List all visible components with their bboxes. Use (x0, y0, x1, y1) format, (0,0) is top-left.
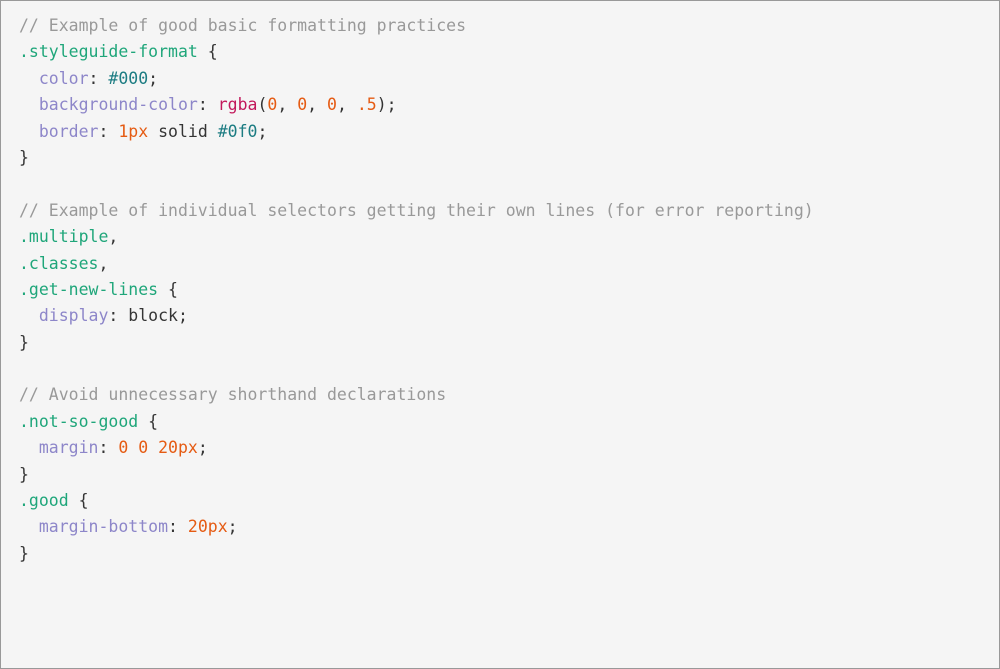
space (128, 438, 138, 457)
space (178, 517, 188, 536)
css-keyword: block (128, 306, 178, 325)
space (148, 122, 158, 141)
css-selector: .styleguide-format (19, 42, 198, 61)
colon: : (98, 438, 108, 457)
indent (19, 438, 39, 457)
css-selector: .not-so-good (19, 412, 138, 431)
indent (19, 517, 39, 536)
semicolon: ; (198, 438, 208, 457)
css-selector: .classes (19, 254, 98, 273)
open-brace: { (69, 491, 89, 510)
code-block: // Example of good basic formatting prac… (0, 0, 1000, 669)
semicolon: ; (387, 95, 397, 114)
open-brace: { (198, 42, 218, 61)
semicolon: ; (228, 517, 238, 536)
css-property: display (39, 306, 109, 325)
css-number: 20px (188, 517, 228, 536)
semicolon: ; (148, 69, 158, 88)
comma: , (108, 227, 118, 246)
css-property: margin-bottom (39, 517, 168, 536)
comma: , (277, 95, 297, 114)
indent (19, 122, 39, 141)
close-brace: } (19, 465, 29, 484)
css-number: 0 (267, 95, 277, 114)
close-paren: ) (377, 95, 387, 114)
open-paren: ( (257, 95, 267, 114)
css-property: margin (39, 438, 99, 457)
css-property: color (39, 69, 89, 88)
css-property: background-color (39, 95, 198, 114)
comma: , (98, 254, 108, 273)
indent (19, 69, 39, 88)
space (98, 69, 108, 88)
comment-line: // Example of good basic formatting prac… (19, 16, 466, 35)
css-selector: .get-new-lines (19, 280, 158, 299)
comment-line: // Avoid unnecessary shorthand declarati… (19, 385, 446, 404)
indent (19, 306, 39, 325)
css-number: 20px (158, 438, 198, 457)
css-value-hex: #000 (108, 69, 148, 88)
close-brace: } (19, 333, 29, 352)
space (148, 438, 158, 457)
css-keyword: solid (158, 122, 208, 141)
comment-line: // Example of individual selectors getti… (19, 201, 814, 220)
css-selector: .multiple (19, 227, 108, 246)
space (108, 438, 118, 457)
colon: : (168, 517, 178, 536)
css-number: 0 (327, 95, 337, 114)
css-number: 0 (118, 438, 128, 457)
css-property: border (39, 122, 99, 141)
open-brace: { (138, 412, 158, 431)
space (208, 95, 218, 114)
css-number: .5 (357, 95, 377, 114)
css-number: 0 (297, 95, 307, 114)
css-selector: .good (19, 491, 69, 510)
close-brace: } (19, 544, 29, 563)
colon: : (108, 306, 118, 325)
colon: : (198, 95, 208, 114)
space (208, 122, 218, 141)
space (118, 306, 128, 325)
css-function: rgba (218, 95, 258, 114)
css-value-hex: #0f0 (218, 122, 258, 141)
comma: , (307, 95, 327, 114)
open-brace: { (158, 280, 178, 299)
space (108, 122, 118, 141)
semicolon: ; (178, 306, 188, 325)
comma: , (337, 95, 357, 114)
css-number: 1px (118, 122, 148, 141)
colon: : (89, 69, 99, 88)
close-brace: } (19, 148, 29, 167)
css-number: 0 (138, 438, 148, 457)
colon: : (98, 122, 108, 141)
semicolon: ; (257, 122, 267, 141)
indent (19, 95, 39, 114)
